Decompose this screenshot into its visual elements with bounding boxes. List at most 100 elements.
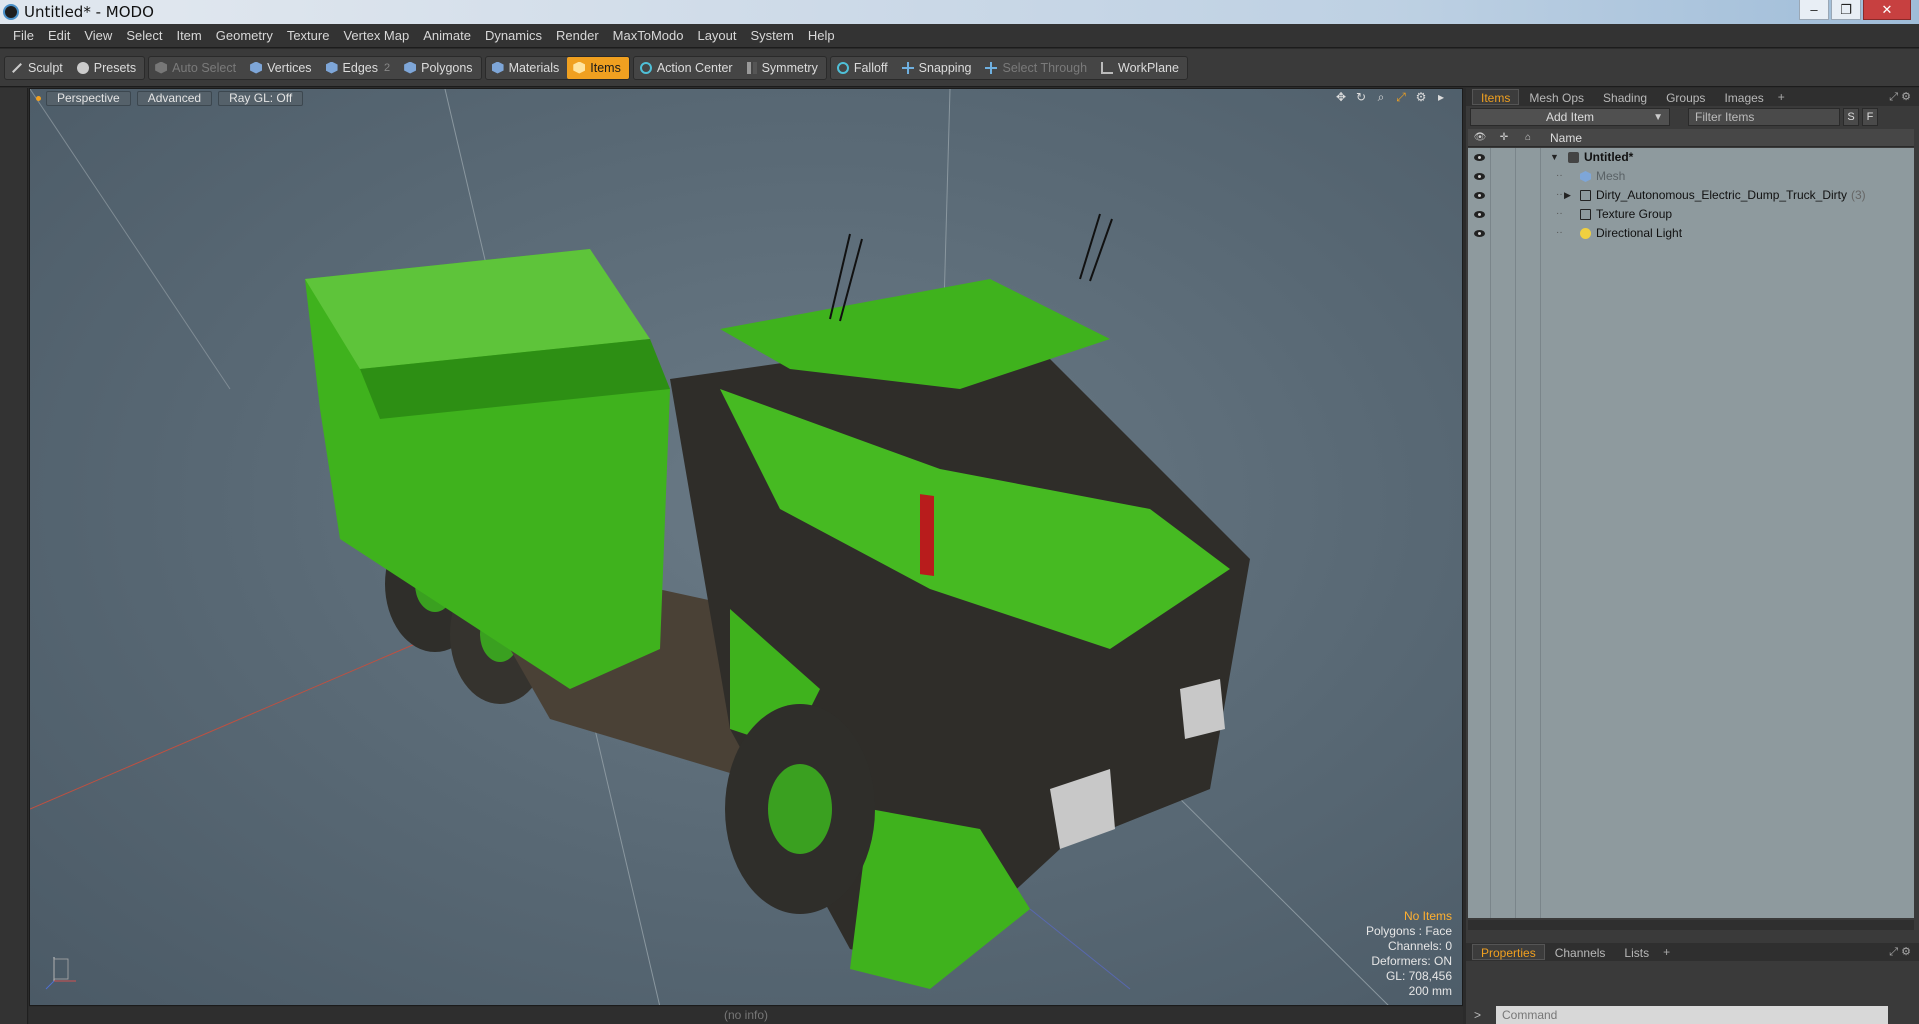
sculpt-button[interactable]: Sculpt [5,57,71,79]
items-icon [573,61,586,74]
window-controls: – ❐ ✕ [1799,0,1911,20]
items-button[interactable]: Items [567,56,629,79]
materials-button[interactable]: Materials [486,57,568,79]
eye-icon[interactable] [1474,209,1485,220]
rotate-icon[interactable]: ↻ [1354,90,1368,104]
symmetry-button[interactable]: Symmetry [741,57,826,79]
menu-vertex-map[interactable]: Vertex Map [336,24,416,48]
menu-layout[interactable]: Layout [690,24,743,48]
tree-row[interactable]: ·· Mesh [1468,167,1914,186]
tab-mesh-ops[interactable]: Mesh Ops [1520,89,1593,105]
window-title: Untitled* - MODO [24,3,154,21]
workplane-button[interactable]: WorkPlane [1095,57,1187,79]
status-bar: (no info) [29,1007,1463,1024]
viewport-info-overlay: No Items Polygons : Face Channels: 0 Def… [1366,909,1452,999]
tab-images[interactable]: Images [1715,89,1772,105]
menu-file[interactable]: File [6,24,41,48]
3d-viewport[interactable]: Perspective Advanced Ray GL: Off ✥ ↻ ⌕ ⤢… [29,88,1463,1006]
menu-animate[interactable]: Animate [416,24,478,48]
view-mode-dropdown[interactable]: Perspective [46,90,131,106]
action-center-button[interactable]: Action Center [634,57,741,79]
eye-icon[interactable] [1474,152,1485,163]
tab-channels[interactable]: Channels [1546,944,1615,960]
command-input[interactable]: Command [1496,1006,1888,1024]
polygons-icon [404,61,417,74]
dump-truck-model[interactable] [305,213,1250,989]
tree-row[interactable]: ·· Texture Group [1468,205,1914,224]
tab-properties[interactable]: Properties [1472,944,1545,960]
menu-select[interactable]: Select [119,24,169,48]
s-button[interactable]: S [1843,108,1859,126]
vertices-label: Vertices [267,60,312,75]
items-label: Items [590,60,621,75]
f-button[interactable]: F [1862,108,1878,126]
presets-button[interactable]: Presets [71,57,144,79]
tab-lists[interactable]: Lists [1615,944,1658,960]
tree-row[interactable]: ·· ▶ Dirty_Autonomous_Electric_Dump_Truc… [1468,186,1914,205]
item-tree: ▼ Untitled* ·· Mesh ·· ▶ Dirty_Autonomou… [1468,148,1914,918]
polygons-button[interactable]: Polygons [398,57,480,79]
visibility-column-icon[interactable]: 👁 [1468,132,1492,143]
tree-row[interactable]: ·· Directional Light [1468,224,1914,243]
eye-icon[interactable] [1474,171,1485,182]
menu-geometry[interactable]: Geometry [209,24,280,48]
minimize-button[interactable]: – [1799,0,1829,20]
gear-icon[interactable]: ⚙ [1414,90,1428,104]
tab-items[interactable]: Items [1472,89,1520,105]
raygl-toggle[interactable]: Ray GL: Off [218,90,304,106]
menu-texture[interactable]: Texture [280,24,337,48]
auto-select-label: Auto Select [172,60,237,75]
lock-column-icon[interactable]: ✛ [1492,132,1516,143]
add-tab-icon[interactable]: + [1663,945,1670,959]
menu-edit[interactable]: Edit [41,24,77,48]
action-center-group: Action Center Symmetry [632,55,827,80]
headlight [1180,679,1225,739]
group-icon [1580,209,1591,220]
eye-icon[interactable] [1474,228,1485,239]
left-tool-strip[interactable] [0,88,28,1024]
expand-arrow-icon[interactable]: ▶ [1564,190,1571,201]
menu-item[interactable]: Item [169,24,208,48]
menu-view[interactable]: View [77,24,119,48]
viewport-menu-arrow-icon[interactable]: ▸ [1434,90,1448,104]
shading-dropdown[interactable]: Advanced [136,90,213,106]
menu-render[interactable]: Render [549,24,606,48]
zoom-icon[interactable]: ⌕ [1374,90,1388,104]
snapping-label: Snapping [918,60,972,75]
tab-groups[interactable]: Groups [1657,89,1714,105]
filter-items-input[interactable]: Filter Items [1688,108,1840,126]
edges-button[interactable]: Edges 2 [320,57,399,79]
pan-icon[interactable]: ✥ [1334,90,1348,104]
items-toolbar: Add Item ▼ Filter Items S F [1466,107,1919,127]
menu-maxtomodo[interactable]: MaxToModo [606,24,691,48]
grid-line [30,89,231,390]
close-button[interactable]: ✕ [1863,0,1911,20]
menu-help[interactable]: Help [801,24,842,48]
edges-icon [325,61,338,74]
tree-horizontal-scrollbar[interactable] [1468,920,1914,930]
name-column-header[interactable]: Name [1550,131,1582,145]
auto-select-button[interactable]: Auto Select [149,57,244,79]
falloff-button[interactable]: Falloff [831,57,896,79]
snapping-button[interactable]: Snapping [896,57,980,79]
viewport-active-indicator [36,95,41,101]
tree-row[interactable]: ▼ Untitled* [1468,148,1914,167]
sculpt-presets-group: Sculpt Presets [4,55,146,80]
tab-shading[interactable]: Shading [1594,89,1656,105]
vertices-button[interactable]: Vertices [244,57,319,79]
tree-item-label: Dirty_Autonomous_Electric_Dump_Truck_Dir… [1596,188,1866,202]
eye-icon[interactable] [1474,190,1485,201]
add-item-dropdown[interactable]: Add Item ▼ [1470,108,1670,126]
menu-dynamics[interactable]: Dynamics [478,24,549,48]
add-tab-icon[interactable]: + [1778,90,1785,104]
maximize-button[interactable]: ❐ [1831,0,1861,20]
render-column-icon[interactable]: ⌂ [1516,132,1540,143]
vertices-icon [250,61,263,74]
maximize-viewport-icon[interactable]: ⤢ [1394,90,1408,104]
menu-system[interactable]: System [744,24,801,48]
panel-options-icon[interactable]: ⤢ ⚙ [1889,90,1911,104]
expand-arrow-icon[interactable]: ▼ [1550,152,1559,162]
select-through-button[interactable]: Select Through [979,57,1095,79]
panel-options-icon[interactable]: ⤢ ⚙ [1889,945,1911,959]
title-bar-background [173,0,1919,24]
